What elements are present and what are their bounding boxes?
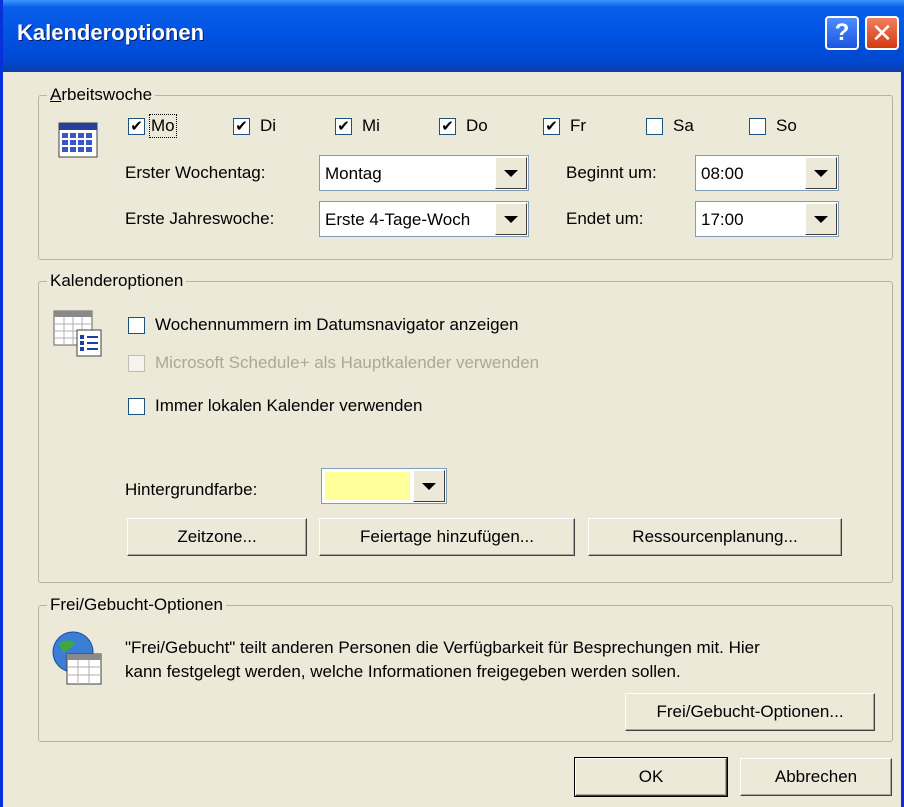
erster-wochentag-value: Montag [325,164,382,183]
title-bar[interactable]: Kalenderoptionen ? ✕ [3,0,904,72]
hintergrundfarbe-label: Hintergrundfarbe: [125,480,258,499]
erster-wochentag-select[interactable]: Montag [319,155,529,191]
feiertage-button[interactable]: Feiertage hinzufügen... [319,518,575,556]
erste-jahreswoche-label: Erste Jahreswoche: [125,209,275,228]
checkbox-wochennummern-box[interactable] [128,316,145,334]
ressourcenplanung-button-label: Ressourcenplanung... [632,527,798,546]
chevron-down-icon[interactable] [495,157,527,189]
erster-wochentag-label: Erster Wochentag: [125,163,266,182]
checkbox-do-label: Do [466,116,488,135]
feiertage-button-label: Feiertage hinzufügen... [360,527,534,546]
checkbox-mo[interactable]: ✔ Mo [128,114,177,138]
checkbox-di-box[interactable]: ✔ [233,117,250,135]
globe-calendar-icon [51,630,105,691]
checkbox-sa[interactable]: Sa [646,116,694,136]
checkbox-mi[interactable]: ✔ Mi [335,116,380,136]
calendar-list-icon [53,310,103,363]
checkbox-so[interactable]: So [749,116,797,136]
checkbox-di[interactable]: ✔ Di [233,116,276,136]
cancel-button[interactable]: Abbrechen [740,758,892,796]
freigebucht-description-line1: "Frei/Gebucht" teilt anderen Personen di… [125,638,760,657]
week-calendar-icon [58,122,98,163]
chevron-down-icon[interactable] [805,157,837,189]
checkbox-do-box[interactable]: ✔ [439,117,456,135]
checkbox-sa-box[interactable] [646,117,663,135]
chevron-down-icon[interactable] [413,470,445,502]
help-button[interactable]: ? [825,16,859,50]
checkbox-di-label: Di [260,116,277,135]
checkbox-wochennummern[interactable]: Wochennummern im Datumsnavigator anzeige… [128,315,518,335]
checkbox-sa-label: Sa [673,116,694,135]
endet-um-label: Endet um: [566,209,644,228]
checkbox-lokaler-kalender-label: Immer lokalen Kalender verwenden [155,396,423,415]
checkbox-so-label: So [776,116,797,135]
checkbox-do[interactable]: ✔ Do [439,116,488,136]
checkbox-lokaler-kalender-box[interactable] [128,397,145,415]
chevron-down-icon[interactable] [495,203,527,235]
checkbox-schedule-plus-box [128,354,145,372]
close-icon: ✕ [871,18,893,48]
checkbox-schedule-plus-label: Microsoft Schedule+ als Hauptkalender ve… [155,353,540,372]
checkbox-schedule-plus: Microsoft Schedule+ als Hauptkalender ve… [128,353,539,373]
checkbox-fr-label: Fr [570,116,587,135]
beginnt-um-label: Beginnt um: [566,163,657,182]
dialog-title: Kalenderoptionen [17,20,205,45]
ok-button[interactable]: OK [574,757,728,797]
ok-button-label: OK [638,767,664,786]
checkbox-fr-box[interactable]: ✔ [543,117,560,135]
endet-um-select[interactable]: 17:00 [695,201,839,237]
checkbox-mo-box[interactable]: ✔ [128,117,145,135]
help-icon: ? [834,19,850,46]
checkbox-so-box[interactable] [749,117,766,135]
cancel-button-label: Abbrechen [774,767,858,786]
checkbox-mi-box[interactable]: ✔ [335,117,352,135]
zeitzone-button-label: Zeitzone... [177,527,257,546]
erste-jahreswoche-value: Erste 4-Tage-Woch [325,210,471,229]
checkbox-mi-label: Mi [362,116,380,135]
kalenderoptionen-legend: Kalenderoptionen [47,271,187,291]
close-button[interactable]: ✕ [865,16,899,50]
chevron-down-icon[interactable] [805,203,837,235]
hintergrundfarbe-select[interactable] [321,468,447,504]
checkbox-wochennummern-label: Wochennummern im Datumsnavigator anzeige… [155,315,519,334]
checkbox-lokaler-kalender[interactable]: Immer lokalen Kalender verwenden [128,396,422,416]
color-swatch [325,472,410,500]
arbeitswoche-legend: Arbeitswoche [47,85,156,105]
kalenderoptionen-dialog: Kalenderoptionen ? ✕ Arbeitswoche ✔ Mo ✔… [0,0,904,807]
ressourcenplanung-button[interactable]: Ressourcenplanung... [588,518,842,556]
freigebucht-options-button[interactable]: Frei/Gebucht-Optionen... [625,693,875,731]
freigebucht-description-line2: kann festgelegt werden, welche Informati… [125,662,681,681]
freigebucht-options-button-label: Frei/Gebucht-Optionen... [656,702,844,721]
checkbox-mo-label: Mo [149,114,177,138]
beginnt-um-value: 08:00 [701,164,744,183]
erste-jahreswoche-select[interactable]: Erste 4-Tage-Woch [319,201,529,237]
endet-um-value: 17:00 [701,210,744,229]
beginnt-um-select[interactable]: 08:00 [695,155,839,191]
freigebucht-legend: Frei/Gebucht-Optionen [47,595,226,615]
checkbox-fr[interactable]: ✔ Fr [543,116,586,136]
zeitzone-button[interactable]: Zeitzone... [127,518,307,556]
